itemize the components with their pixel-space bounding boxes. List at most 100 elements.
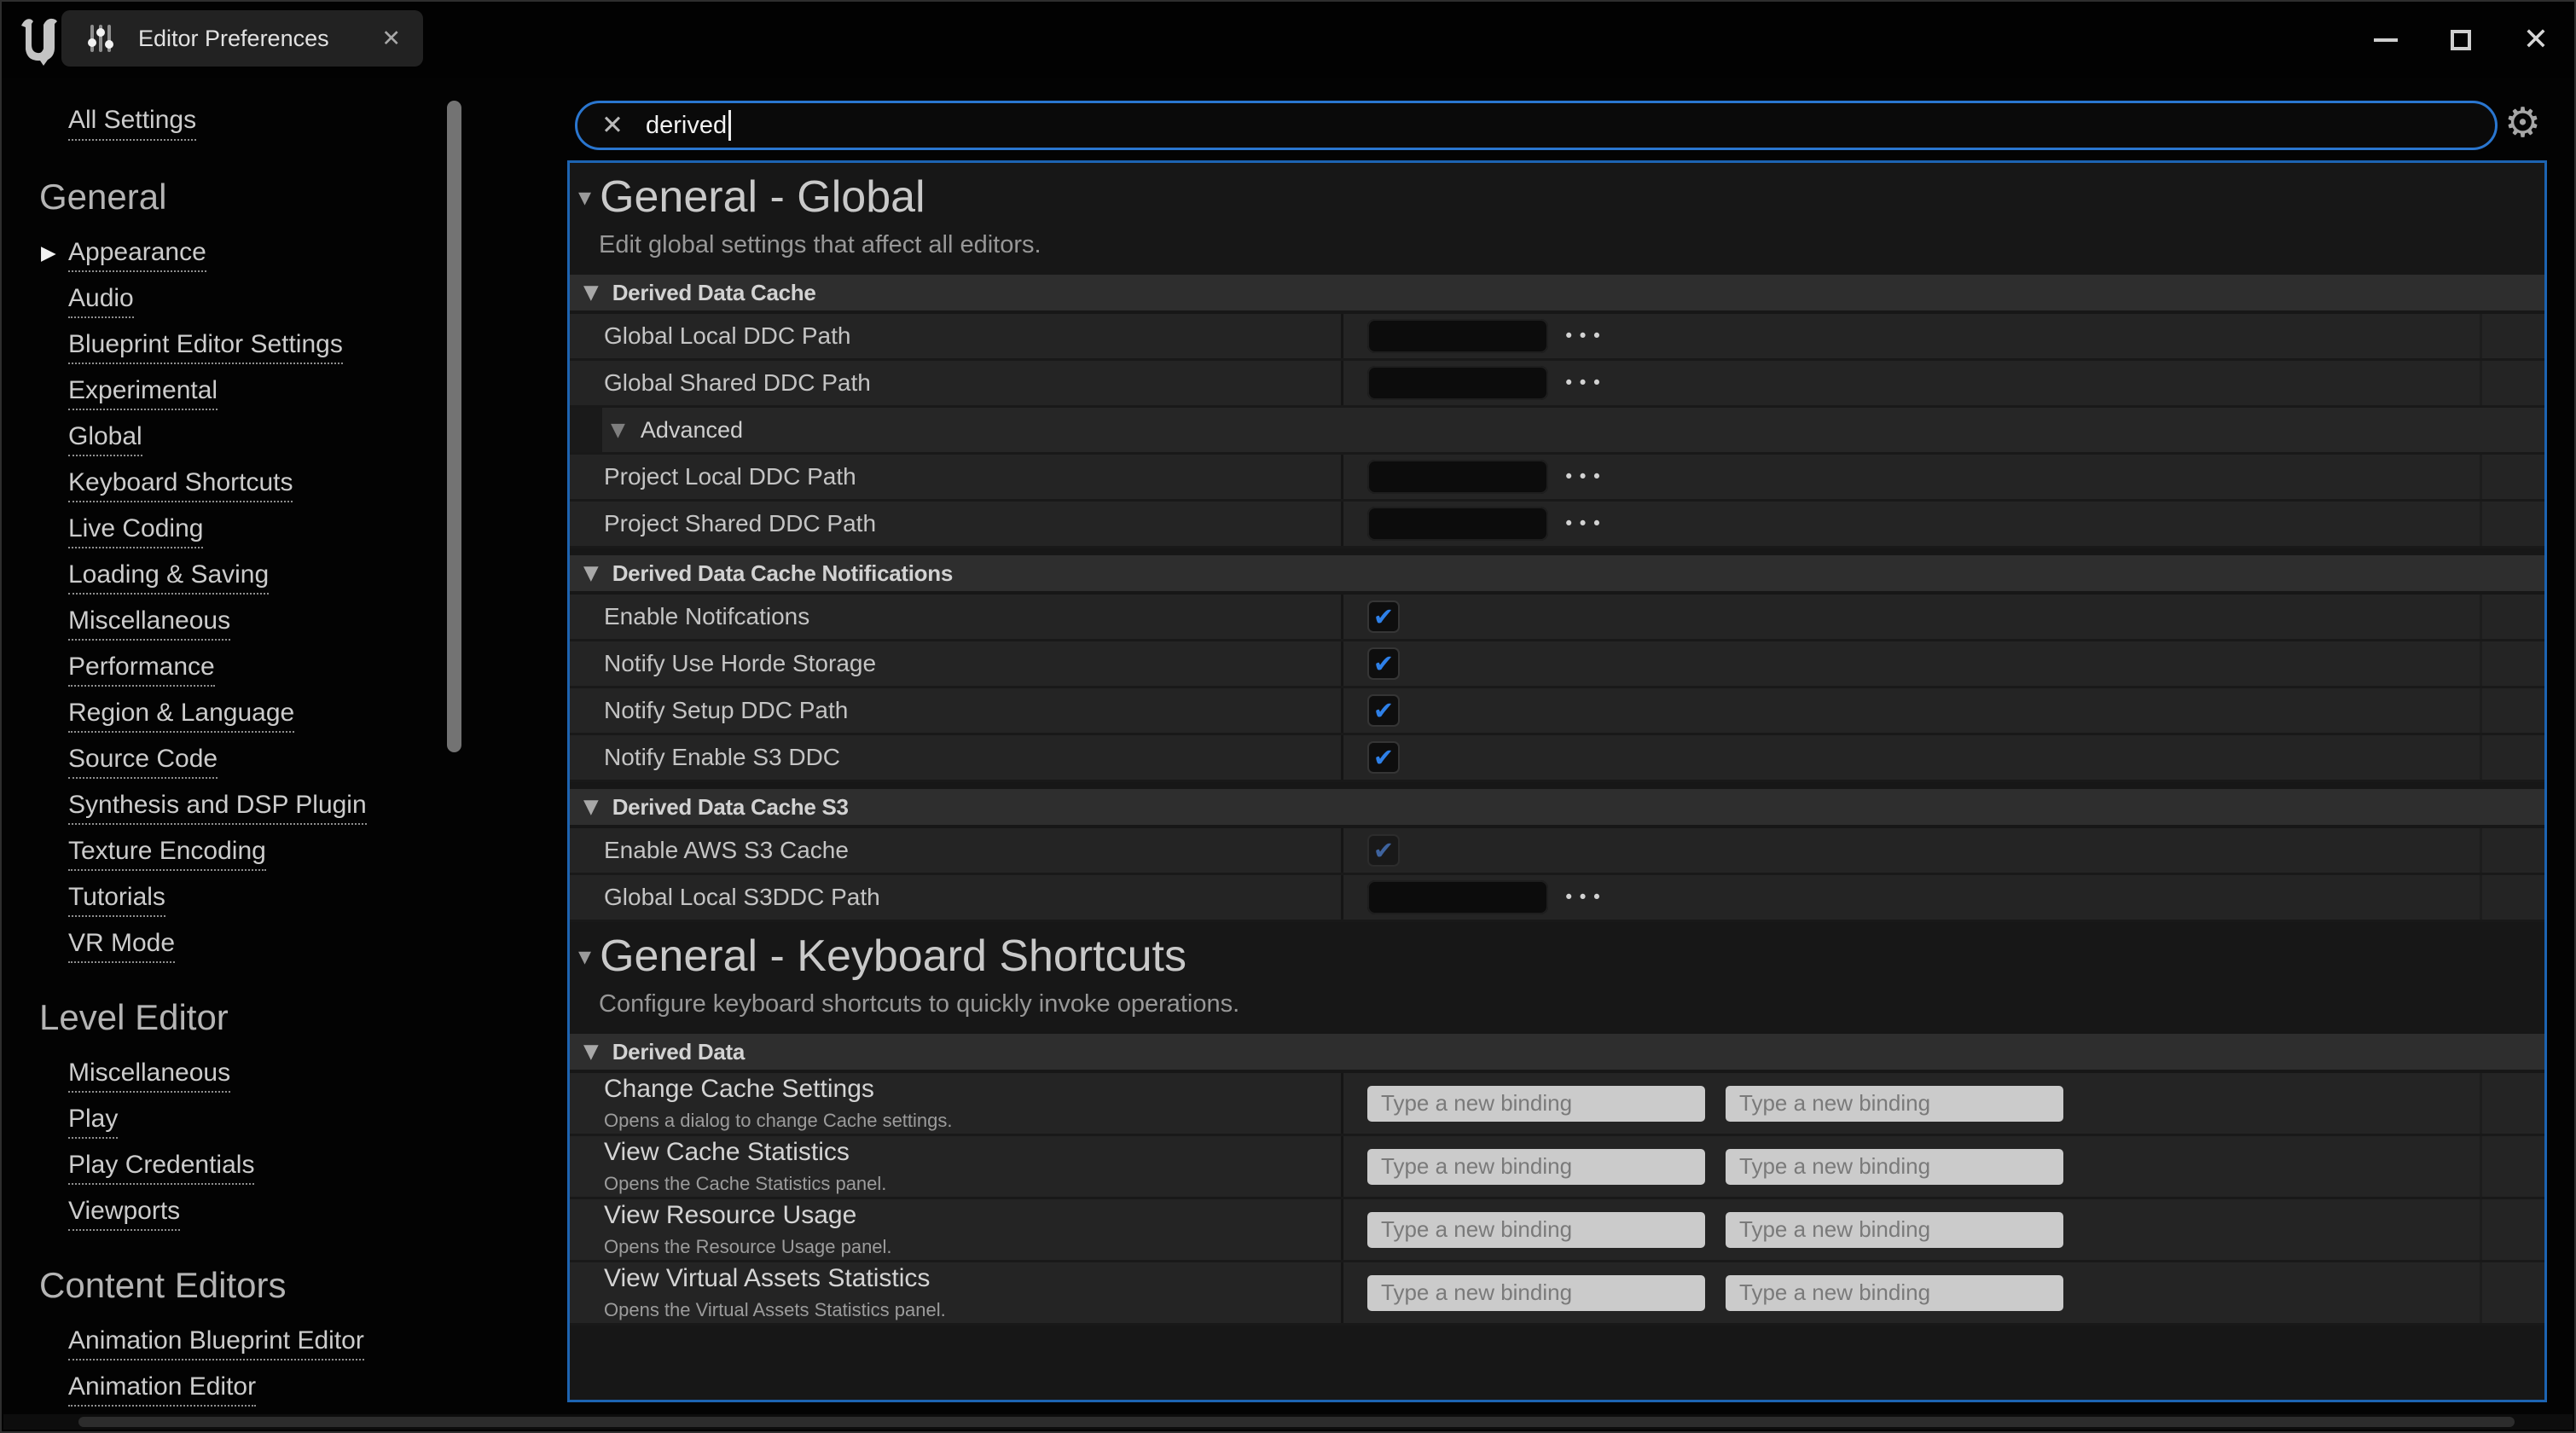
sidebar-item-keyboard-shortcuts[interactable]: Keyboard Shortcuts [68, 468, 293, 502]
clear-search-icon[interactable]: ✕ [601, 110, 624, 141]
setting-label: Notify Enable S3 DDC [604, 744, 840, 771]
sidebar-scrollbar[interactable] [447, 101, 461, 1411]
key-binding-input[interactable]: Type a new binding [1726, 1149, 2063, 1185]
sidebar-item-animation-blueprint-editor[interactable]: Animation Blueprint Editor [68, 1326, 364, 1360]
sidebar-item-synthesis-and-dsp-plugin[interactable]: Synthesis and DSP Plugin [68, 791, 367, 825]
sidebar-scrollbar-thumb[interactable] [447, 101, 461, 752]
settings-nav-sidebar: All Settings General▶AppearanceAudioBlue… [2, 78, 552, 1411]
checkbox-notify-enable-s3-ddc[interactable]: ✔ [1367, 741, 1400, 774]
sidebar-item-source-code[interactable]: Source Code [68, 745, 218, 779]
key-binding-input[interactable]: Type a new binding [1367, 1212, 1705, 1248]
sidebar-item-live-coding[interactable]: Live Coding [68, 514, 203, 548]
settings-gear-icon[interactable]: ⚙ [2504, 102, 2541, 143]
title-bar: Editor Preferences ✕ ✕ [2, 2, 2574, 78]
browse-ellipsis-button[interactable]: ••• [1564, 467, 1605, 487]
minimize-button[interactable] [2371, 26, 2400, 55]
sidebar-row: Animation Blueprint Editor [68, 1326, 552, 1359]
sidebar-item-appearance[interactable]: Appearance [68, 238, 206, 272]
browse-ellipsis-button[interactable]: ••• [1564, 326, 1605, 346]
key-binding-input[interactable]: Type a new binding [1726, 1086, 2063, 1122]
sidebar-item-blueprint-editor-settings[interactable]: Blueprint Editor Settings [68, 330, 343, 364]
binding-placeholder: Type a new binding [1739, 1153, 1930, 1180]
section-collapse-icon[interactable]: ▾ [578, 183, 591, 212]
maximize-button[interactable] [2446, 26, 2475, 55]
checkbox-enable-notifcations[interactable]: ✔ [1367, 600, 1400, 633]
path-text-input[interactable] [1367, 880, 1548, 914]
sidebar-item-viewports[interactable]: Viewports [68, 1197, 180, 1231]
binding-placeholder: Type a new binding [1381, 1279, 1572, 1306]
sidebar-row: Blueprint Editor Settings [68, 330, 552, 363]
sidebar-item-global[interactable]: Global [68, 422, 142, 456]
key-binding-input[interactable]: Type a new binding [1726, 1212, 2063, 1248]
sidebar-row: ▶Appearance [68, 238, 552, 270]
sidebar-row: Performance [68, 653, 552, 685]
sidebar-item-region-language[interactable]: Region & Language [68, 699, 294, 733]
sidebar-item-audio[interactable]: Audio [68, 284, 134, 318]
key-binding-input[interactable]: Type a new binding [1367, 1275, 1705, 1311]
selected-item-marker-icon: ▶ [41, 242, 56, 264]
settings-row-enable-notifcations: Enable Notifcations ✔ [570, 595, 2544, 641]
setting-label: Project Shared DDC Path [604, 510, 876, 537]
settings-row-view-virtual-assets-statistics: View Virtual Assets StatisticsOpens the … [570, 1262, 2544, 1326]
sidebar-row: Source Code [68, 745, 552, 777]
sidebar-item-all-settings[interactable]: All Settings [68, 106, 196, 141]
checkbox-notify-use-horde-storage[interactable]: ✔ [1367, 647, 1400, 680]
binding-placeholder: Type a new binding [1381, 1153, 1572, 1180]
row-label-cell: Notify Use Horde Storage [570, 641, 1343, 686]
horizontal-scrollbar[interactable] [3, 1414, 2573, 1430]
shortcut-description: Opens the Resource Usage panel. [604, 1236, 892, 1258]
group-header-derived-data[interactable]: ▼Derived Data [570, 1034, 2544, 1070]
group-header-label: Derived Data [612, 1039, 745, 1065]
checkmark-icon: ✔ [1373, 699, 1394, 723]
row-label-cell: Global Local S3DDC Path [570, 875, 1343, 920]
group-header-derived-data-cache[interactable]: ▼Derived Data Cache [570, 275, 2544, 310]
key-binding-input[interactable]: Type a new binding [1367, 1086, 1705, 1122]
group-header-derived-data-cache-notifications[interactable]: ▼Derived Data Cache Notifications [570, 555, 2544, 591]
key-binding-input[interactable]: Type a new binding [1367, 1149, 1705, 1185]
sidebar-item-miscellaneous[interactable]: Miscellaneous [68, 1059, 230, 1093]
binding-placeholder: Type a new binding [1739, 1216, 1930, 1243]
browse-ellipsis-button[interactable]: ••• [1564, 373, 1605, 393]
row-label-cell: Project Local DDC Path [570, 455, 1343, 499]
path-text-input[interactable] [1367, 507, 1548, 541]
sidebar-item-loading-saving[interactable]: Loading & Saving [68, 560, 269, 595]
sidebar-item-performance[interactable]: Performance [68, 653, 215, 687]
sidebar-row: Audio [68, 284, 552, 316]
sidebar-item-play-credentials[interactable]: Play Credentials [68, 1151, 254, 1185]
editor-preferences-tab[interactable]: Editor Preferences ✕ [61, 10, 423, 67]
key-binding-input[interactable]: Type a new binding [1726, 1275, 2063, 1311]
path-text-input[interactable] [1367, 319, 1548, 353]
settings-row-notify-setup-ddc-path: Notify Setup DDC Path ✔ [570, 688, 2544, 735]
row-label-cell: View Resource UsageOpens the Resource Us… [570, 1199, 1343, 1260]
horizontal-scrollbar-thumb[interactable] [78, 1417, 2515, 1427]
section-title-row: ▾General - Keyboard Shortcuts [578, 931, 2544, 982]
sidebar-item-animation-editor[interactable]: Animation Editor [68, 1372, 256, 1407]
checkbox-notify-setup-ddc-path[interactable]: ✔ [1367, 694, 1400, 727]
row-label-cell: Enable Notifcations [570, 595, 1343, 639]
sidebar-item-play[interactable]: Play [68, 1105, 118, 1139]
advanced-subsection-header[interactable]: ▼Advanced [570, 408, 2544, 455]
section-collapse-icon[interactable]: ▾ [578, 942, 591, 972]
shortcut-description: Opens the Cache Statistics panel. [604, 1173, 886, 1195]
search-query-text: derived [646, 112, 727, 140]
group-header-derived-data-cache-s3[interactable]: ▼Derived Data Cache S3 [570, 789, 2544, 825]
sidebar-item-vr-mode[interactable]: VR Mode [68, 929, 175, 963]
setting-label: Notify Setup DDC Path [604, 697, 848, 724]
sidebar-item-tutorials[interactable]: Tutorials [68, 883, 165, 917]
setting-label: Project Local DDC Path [604, 463, 856, 490]
path-text-input[interactable] [1367, 460, 1548, 494]
sidebar-item-texture-encoding[interactable]: Texture Encoding [68, 837, 266, 871]
path-text-input[interactable] [1367, 366, 1548, 400]
settings-row-project-shared-ddc-path: Project Shared DDC Path ••• [570, 502, 2544, 548]
group-rows: Global Local DDC Path•••Global Shared DD… [570, 314, 2544, 548]
row-value-cell: ••• [1343, 502, 2482, 546]
search-input[interactable]: ✕ derived [575, 101, 2498, 150]
sidebar-row: Animation Editor [68, 1372, 552, 1405]
browse-ellipsis-button[interactable]: ••• [1564, 887, 1605, 908]
tab-close-icon[interactable]: ✕ [381, 26, 401, 52]
sidebar-item-experimental[interactable]: Experimental [68, 376, 218, 410]
browse-ellipsis-button[interactable]: ••• [1564, 513, 1605, 534]
close-button[interactable]: ✕ [2521, 26, 2550, 55]
sidebar-item-miscellaneous[interactable]: Miscellaneous [68, 606, 230, 641]
reset-to-default-cell [2482, 875, 2544, 920]
